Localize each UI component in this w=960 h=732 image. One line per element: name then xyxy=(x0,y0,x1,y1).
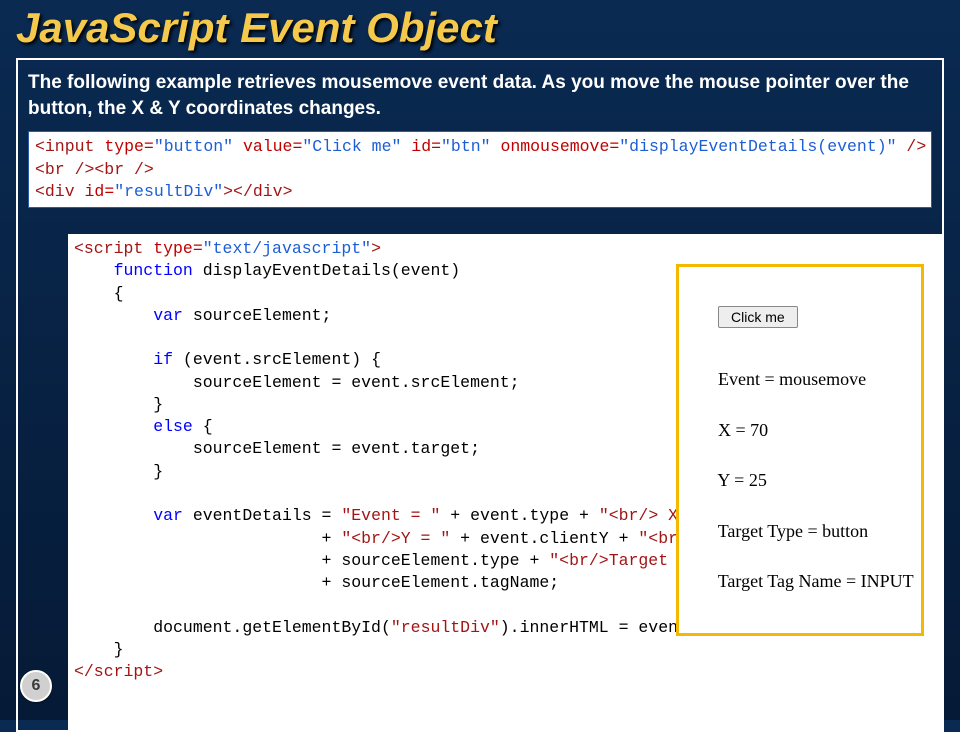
output-line: Target Tag Name = INPUT xyxy=(718,571,914,591)
code-token: eventDetails = xyxy=(183,506,341,525)
code-token: ></div> xyxy=(223,182,292,201)
code-token: <br /><br /> xyxy=(35,160,154,179)
code-token: sourceElement; xyxy=(183,306,332,325)
code-token: function xyxy=(74,261,193,280)
code-token: if xyxy=(74,350,173,369)
code-token: + event.type + xyxy=(440,506,598,525)
code-token: > xyxy=(371,239,381,258)
code-block-2: <script type="text/javascript"> function… xyxy=(68,234,942,730)
code-token: + sourceElement.type + xyxy=(74,551,549,570)
code-token: } xyxy=(74,640,124,659)
code-block-1: <input type="button" value="Click me" id… xyxy=(28,131,932,208)
code-token: sourceElement = event.srcElement; xyxy=(74,373,520,392)
code-token: <script xyxy=(74,239,153,258)
code-token: "resultDiv" xyxy=(114,182,223,201)
slide-title: JavaScript Event Object xyxy=(0,0,960,54)
code-token: onmousemove= xyxy=(500,137,619,156)
output-line: X = 70 xyxy=(718,420,768,440)
code-token: "<br/>Y = " xyxy=(341,529,450,548)
code-token: (event.srcElement) { xyxy=(173,350,381,369)
output-preview: Click me Event = mousemove X = 70 Y = 25… xyxy=(676,264,924,636)
code-token: "displayEventDetails(event)" xyxy=(619,137,906,156)
code-token: "Click me" xyxy=(302,137,411,156)
code-token: value= xyxy=(243,137,302,156)
code-token: id= xyxy=(411,137,441,156)
code-token: } xyxy=(74,395,163,414)
code-token: var xyxy=(74,306,183,325)
code-token: + sourceElement.tagName; xyxy=(74,573,559,592)
code-token: "Event = " xyxy=(341,506,440,525)
output-line: Target Type = button xyxy=(718,521,868,541)
code-token: else xyxy=(74,417,193,436)
code-token: "text/javascript" xyxy=(203,239,371,258)
code-token: <input xyxy=(35,137,104,156)
code-token: sourceElement = event.target; xyxy=(74,439,480,458)
code-token: id= xyxy=(85,182,115,201)
output-line: Event = mousemove xyxy=(718,369,866,389)
code-token: type= xyxy=(153,239,203,258)
code-token: + event.clientY + xyxy=(450,529,638,548)
code-token: <div xyxy=(35,182,85,201)
code-token: displayEventDetails(event) xyxy=(193,261,460,280)
code-token: /> xyxy=(906,137,926,156)
page-number: 6 xyxy=(20,670,52,702)
code-token: "button" xyxy=(154,137,243,156)
code-token: </script> xyxy=(74,662,163,681)
code-token: type= xyxy=(104,137,154,156)
code-token: { xyxy=(193,417,213,436)
intro-text: The following example retrieves mousemov… xyxy=(28,70,932,121)
code-token: "btn" xyxy=(441,137,500,156)
code-token: + xyxy=(74,529,341,548)
content-frame: The following example retrieves mousemov… xyxy=(16,58,944,732)
code-token: document.getElementById( xyxy=(74,618,391,637)
output-line: Y = 25 xyxy=(717,470,766,490)
code-token: } xyxy=(74,462,163,481)
code-token: "resultDiv" xyxy=(391,618,500,637)
code-token: { xyxy=(74,284,124,303)
code-token: var xyxy=(74,506,183,525)
click-me-button[interactable]: Click me xyxy=(718,306,798,328)
